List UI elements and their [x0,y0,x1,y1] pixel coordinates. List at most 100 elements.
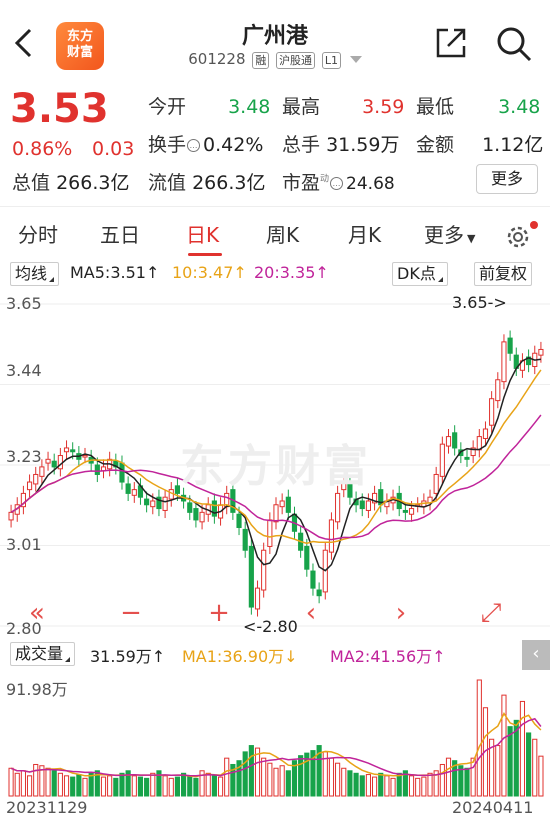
volume-bar [20,770,26,797]
quote-panel: 3.53 0.86% 0.03 今开 3.48 最高 3.59 最低 3.48 … [0,80,550,205]
volume-bar [211,775,217,797]
volume-bar [168,777,174,797]
volume-bar [51,770,57,797]
tab-weekly-k[interactable]: 周K [266,219,299,248]
volume-bar [57,772,63,797]
dk-button[interactable]: DK点 [392,262,448,286]
corner-icon [437,277,443,282]
collapse-panel-icon[interactable]: ‹ [522,640,550,670]
zoom-in-icon[interactable]: + [200,596,238,632]
candle-body [150,500,156,508]
pe-row: 市盈动… 24.68 [282,168,395,195]
candle-body [8,511,14,521]
tab-monthly-k[interactable]: 月K [348,219,381,248]
volume-bar [82,777,88,797]
active-tab-underline [188,253,222,256]
volume-bar [224,757,230,797]
fullscreen-icon[interactable]: ⤢ [472,596,510,632]
candle-body [82,455,88,458]
candle-body [316,589,322,597]
volume-bar [464,767,470,797]
volume-value: 31.59万↑ [90,647,166,666]
pe-label: 市盈 [282,172,321,194]
volume-bar [267,762,273,797]
info-icon[interactable]: … [187,139,201,152]
amount-row: 金额 1.12亿 [416,130,543,157]
search-icon[interactable] [494,24,534,64]
candle-body [144,498,150,506]
candle-body [51,460,57,468]
volume-bar [279,765,285,797]
scroll-right-icon[interactable]: › [382,596,420,632]
volume-bar [538,755,544,797]
ma-selector[interactable]: 均线 [10,262,60,286]
volume-selector[interactable]: 成交量 [10,642,76,666]
scroll-left-icon[interactable]: ‹ [292,596,330,632]
tab-five-day[interactable]: 五日 [100,219,140,248]
tab-daily-k[interactable]: 日K [186,219,219,248]
volume-bar [371,776,378,797]
candle-body [199,511,205,523]
high-value: 3.59 [362,96,405,118]
change-amount: 0.03 [92,138,135,160]
volume-bar [144,777,150,797]
volume-bar [519,700,526,797]
candle-body [433,473,439,494]
candle-body [273,504,279,523]
volume-bar [365,774,371,797]
high-label: 最高 [282,96,321,118]
zoom-out-icon[interactable]: − [112,596,150,632]
volume-bar [384,775,390,797]
volume-row: 总手 31.59万 [282,130,399,157]
candle-body [236,513,242,529]
volume-indicator-row: 成交量 31.59万↑ MA1:36.90万↓ MA2:41.56万↑ [0,640,550,670]
candle-body [193,508,199,521]
volume-bar [495,745,501,797]
volume-bar [396,772,402,797]
dk-button-label: DK点 [397,264,436,283]
ma10-value: 10:3.47↑ [172,263,247,282]
volume-max-label: 91.98万 [6,680,68,699]
candle-body [445,436,452,447]
candle-body [267,519,273,547]
info-icon[interactable]: … [330,177,344,190]
low-label: 最低 [416,96,455,118]
open-label: 今开 [148,96,187,118]
share-icon[interactable] [434,26,468,60]
candle-body [33,473,39,485]
volume-bar [45,767,51,797]
adjust-button[interactable]: 前复权 [474,262,533,286]
scroll-left-fast-icon[interactable]: « [18,596,56,632]
volume-bar [205,772,211,797]
volume-bar [100,776,107,797]
tab-more[interactable]: 更多 ▼ [424,219,475,248]
stock-code: 601228 [188,50,246,68]
volume-bar [217,776,224,797]
volume-bar [526,732,532,797]
candle-body [285,496,291,513]
start-date: 20231129 [6,798,88,817]
volume-selector-label: 成交量 [15,644,64,663]
volume-bar [298,755,304,797]
low-row: 最低 3.48 [416,92,540,119]
high-row: 最高 3.59 [282,92,404,119]
tag-level: L1 [321,52,341,69]
mktcap-value: 266.3亿 [56,172,130,194]
volume-bar [427,772,433,797]
volume-bar [347,770,353,797]
last-price: 3.53 [10,86,109,132]
volume-bar [507,726,513,797]
dropdown-caret-icon[interactable] [349,56,362,63]
candle-body [439,443,445,477]
volume-bar [150,772,156,797]
gear-icon[interactable] [504,223,532,251]
volume-bar [181,772,187,797]
volume-bar [187,775,193,797]
candle-body [359,500,365,510]
max-price-annotation: 3.65-> [452,293,507,312]
volume-bar [285,770,291,797]
tab-intraday[interactable]: 分时 [18,219,58,248]
candle-body [507,337,513,354]
volume-bar [439,763,445,797]
more-button[interactable]: 更多 [476,164,538,194]
